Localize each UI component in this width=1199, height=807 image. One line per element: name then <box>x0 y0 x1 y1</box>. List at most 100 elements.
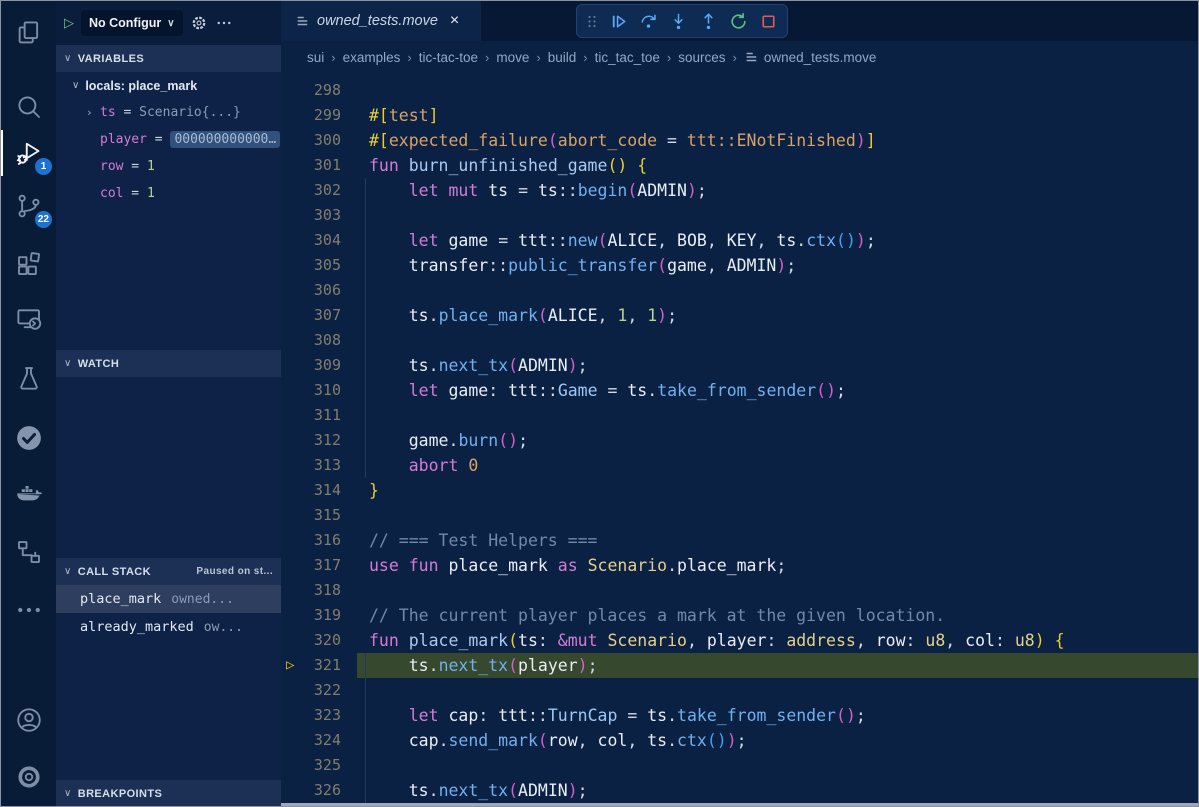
code-line[interactable]: 323 let cap: ttt::TurnCap = ts.take_from… <box>281 703 1198 728</box>
test-check-icon[interactable] <box>12 421 46 455</box>
code-line[interactable]: 309 ts.next_tx(ADMIN); <box>281 353 1198 378</box>
code-line[interactable]: 300#[expected_failure(abort_code = ttt::… <box>281 128 1198 153</box>
line-number[interactable]: 307 <box>281 303 341 328</box>
line-number[interactable]: 320 <box>281 628 341 653</box>
code-line[interactable]: 306 <box>281 278 1198 303</box>
line-number[interactable]: 319 <box>281 603 341 628</box>
code-line[interactable]: 310 let game: ttt::Game = ts.take_from_s… <box>281 378 1198 403</box>
code-line[interactable]: 303 <box>281 203 1198 228</box>
breadcrumb-item[interactable]: tic-tac-toe <box>419 50 478 65</box>
line-number[interactable]: 310 <box>281 378 341 403</box>
line-number[interactable]: 298 <box>281 78 341 103</box>
line-number[interactable]: 322 <box>281 678 341 703</box>
line-number[interactable]: 311 <box>281 403 341 428</box>
source-control-icon[interactable]: 22 <box>12 189 46 223</box>
line-number[interactable]: 313 <box>281 453 341 478</box>
code-line[interactable]: 314} <box>281 478 1198 503</box>
line-number[interactable]: 301 <box>281 153 341 178</box>
line-number[interactable]: 324 <box>281 728 341 753</box>
call-stack-frame[interactable]: place_markowned... <box>56 585 281 613</box>
restart-icon[interactable] <box>725 8 751 34</box>
code-line[interactable]: 304 let game = ttt::new(ALICE, BOB, KEY,… <box>281 228 1198 253</box>
line-number[interactable]: 318 <box>281 578 341 603</box>
line-number[interactable]: 316 <box>281 528 341 553</box>
line-number[interactable]: 317 <box>281 553 341 578</box>
account-icon[interactable] <box>12 703 46 737</box>
line-number[interactable]: 300 <box>281 128 341 153</box>
code-line[interactable]: 308 <box>281 328 1198 353</box>
breadcrumb-item[interactable]: examples <box>343 50 401 65</box>
code-line[interactable]: ▷321 ts.next_tx(player); <box>281 653 1198 678</box>
code-line[interactable]: 326 ts.next_tx(ADMIN); <box>281 778 1198 803</box>
code-line[interactable]: 316// === Test Helpers === <box>281 528 1198 553</box>
gear-icon[interactable] <box>190 14 208 32</box>
code-line[interactable]: 301fun burn_unfinished_game() { <box>281 153 1198 178</box>
line-number[interactable]: 303 <box>281 203 341 228</box>
line-number[interactable]: 323 <box>281 703 341 728</box>
breadcrumb-item-file[interactable]: owned_tests.move <box>764 50 877 65</box>
code-line[interactable]: 298 <box>281 78 1198 103</box>
code-line[interactable]: 318 <box>281 578 1198 603</box>
code-line[interactable]: 302 let mut ts = ts::begin(ADMIN); <box>281 178 1198 203</box>
line-number[interactable]: 315 <box>281 503 341 528</box>
more-icon[interactable] <box>215 14 233 32</box>
remote-explorer-icon[interactable] <box>12 302 46 336</box>
stop-icon[interactable] <box>755 8 781 34</box>
line-number[interactable]: 304 <box>281 228 341 253</box>
code-line[interactable]: 307 ts.place_mark(ALICE, 1, 1); <box>281 303 1198 328</box>
chevron-right-icon[interactable]: › <box>86 106 100 119</box>
variable-row[interactable]: ›ts = Scenario{...} <box>56 99 281 126</box>
variable-row[interactable]: player = 000000000000… <box>56 126 281 153</box>
breadcrumb-item[interactable]: move <box>496 50 529 65</box>
variable-row[interactable]: col = 1 <box>56 180 281 207</box>
line-number[interactable]: 309 <box>281 353 341 378</box>
watch-section-header[interactable]: ∨ WATCH <box>56 350 281 377</box>
step-into-icon[interactable] <box>665 8 691 34</box>
call-stack-frame[interactable]: already_markedow... <box>56 613 281 641</box>
variables-scope[interactable]: ∨ locals: place_mark <box>56 72 281 99</box>
code-line[interactable]: 319// The current player places a mark a… <box>281 603 1198 628</box>
breakpoints-section-header[interactable]: ∨ BREAKPOINTS <box>56 780 281 807</box>
search-icon[interactable] <box>12 90 46 124</box>
line-number[interactable]: 314 <box>281 478 341 503</box>
line-number[interactable]: 326 <box>281 778 341 803</box>
line-number[interactable]: 308 <box>281 328 341 353</box>
line-number[interactable]: 302 <box>281 178 341 203</box>
settings-icon[interactable] <box>12 760 46 794</box>
breadcrumb-item[interactable]: sui <box>307 50 324 65</box>
code-line[interactable]: 324 cap.send_mark(row, col, ts.ctx()); <box>281 728 1198 753</box>
continue-icon[interactable] <box>605 8 631 34</box>
docker-icon[interactable] <box>12 477 46 511</box>
debug-config-dropdown[interactable]: No Configur ∨ <box>81 10 183 36</box>
call-stack-section-header[interactable]: ∨ CALL STACK Paused on st... <box>56 558 281 585</box>
code-line[interactable]: 320fun place_mark(ts: &mut Scenario, pla… <box>281 628 1198 653</box>
line-number[interactable]: 312 <box>281 428 341 453</box>
variable-row[interactable]: row = 1 <box>56 153 281 180</box>
line-number[interactable]: 306 <box>281 278 341 303</box>
step-out-icon[interactable] <box>695 8 721 34</box>
code-line[interactable]: 313 abort 0 <box>281 453 1198 478</box>
debug-icon[interactable]: 1 <box>12 136 46 170</box>
code-line[interactable]: 299#[test] <box>281 103 1198 128</box>
code-line[interactable]: 315 <box>281 503 1198 528</box>
code-line[interactable]: 312 game.burn(); <box>281 428 1198 453</box>
tab-owned-tests[interactable]: owned_tests.move × <box>281 1 481 41</box>
step-over-icon[interactable] <box>635 8 661 34</box>
hierarchy-icon[interactable] <box>12 535 46 569</box>
breadcrumb-item[interactable]: tic_tac_toe <box>595 50 660 65</box>
start-debug-icon[interactable]: ▷ <box>64 15 74 31</box>
code-line[interactable]: 311 <box>281 403 1198 428</box>
extensions-icon[interactable] <box>12 247 46 281</box>
drag-handle-icon[interactable] <box>583 8 601 34</box>
line-number[interactable]: 299 <box>281 103 341 128</box>
code-line[interactable]: 305 transfer::public_transfer(game, ADMI… <box>281 253 1198 278</box>
line-number[interactable]: ▷321 <box>281 653 341 678</box>
files-icon[interactable] <box>12 16 46 50</box>
line-number[interactable]: 305 <box>281 253 341 278</box>
code-editor[interactable]: 298299#[test]300#[expected_failure(abort… <box>281 73 1198 806</box>
breadcrumb-item[interactable]: sources <box>678 50 725 65</box>
beaker-icon[interactable] <box>12 361 46 395</box>
close-icon[interactable]: × <box>450 12 459 30</box>
code-line[interactable]: 317use fun place_mark as Scenario.place_… <box>281 553 1198 578</box>
code-line[interactable]: 322 <box>281 678 1198 703</box>
